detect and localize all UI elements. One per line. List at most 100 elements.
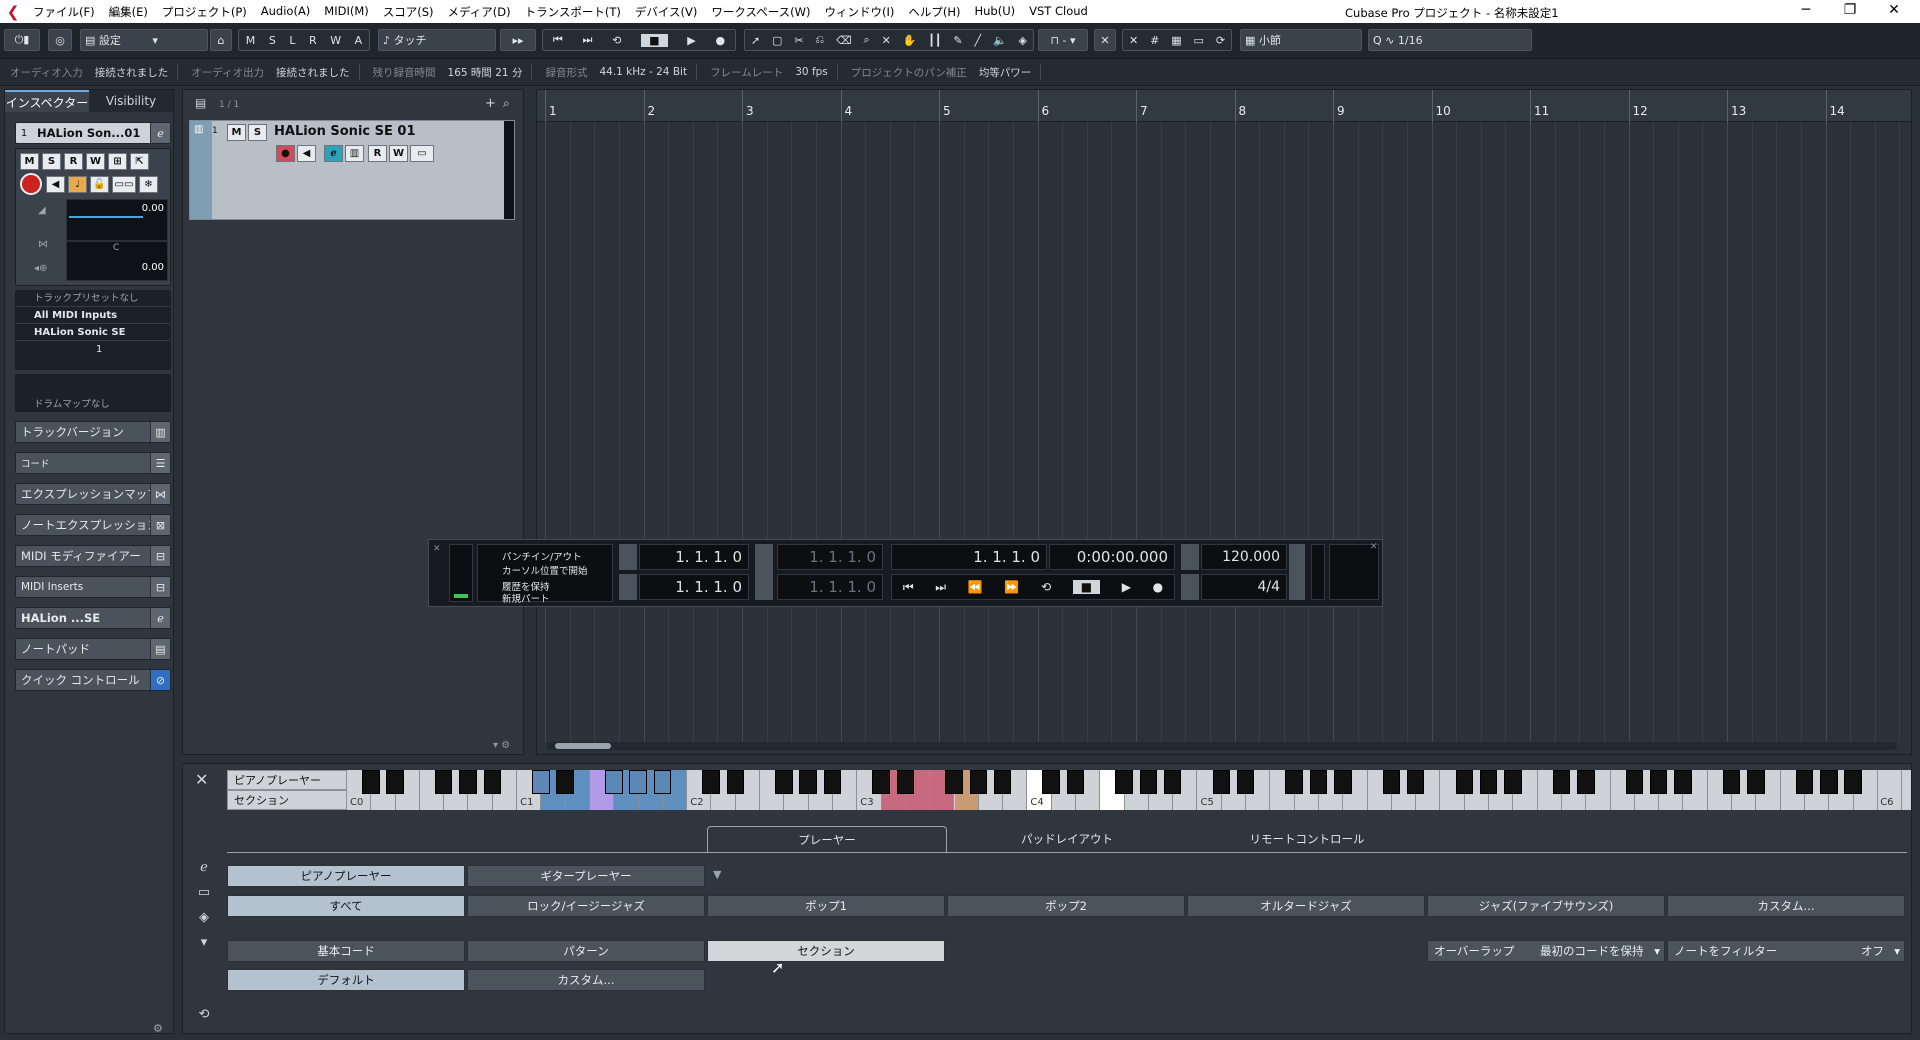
cycle-icon[interactable]: ⟲	[612, 34, 621, 47]
track-write-button[interactable]: W	[389, 145, 408, 162]
black-key[interactable]	[1382, 770, 1401, 794]
black-key[interactable]	[653, 770, 672, 794]
black-key[interactable]	[629, 770, 647, 794]
black-key[interactable]	[362, 770, 380, 794]
black-key[interactable]	[1139, 770, 1158, 794]
range-select-icon[interactable]: ▢	[772, 34, 782, 47]
black-key[interactable]	[1334, 770, 1352, 794]
menu-help[interactable]: ヘルプ(H)	[901, 4, 967, 20]
menu-workspaces[interactable]: ワークスペース(W)	[704, 4, 817, 20]
black-key[interactable]	[726, 770, 745, 794]
secondary-time-display[interactable]: 0:00:00.000	[1049, 544, 1175, 570]
lock-icon[interactable]: 🔓	[90, 176, 109, 193]
forward-icon[interactable]: ⏩	[1004, 580, 1019, 594]
lower-settings-icon[interactable]: ⚙	[153, 1022, 163, 1035]
right-locator-icon[interactable]	[619, 574, 637, 600]
time-base-icon[interactable]: ♩	[68, 176, 87, 193]
black-key[interactable]	[434, 770, 453, 794]
close-window-icon[interactable]: ✕	[1874, 2, 1914, 18]
style-jazz-five-button[interactable]: ジャズ(ファイブサウンズ)	[1427, 895, 1665, 917]
chord-dropdown-icon[interactable]: ▾	[195, 934, 213, 952]
black-key[interactable]	[1285, 770, 1303, 794]
rewind-icon[interactable]: ⏪	[968, 580, 983, 594]
player-piano-button[interactable]: ピアノプレーヤー	[227, 865, 465, 887]
chord-reset-icon[interactable]: ⟲	[195, 1006, 213, 1024]
snap-grid-relative-icon[interactable]: ▦	[1171, 34, 1181, 47]
section-midi-modifiers[interactable]: MIDI モディファイアー ⊟	[15, 545, 171, 567]
style-pop2-button[interactable]: ポップ2	[947, 895, 1185, 917]
black-key[interactable]	[532, 770, 550, 794]
player-selector[interactable]: ピアノプレーヤー	[227, 770, 347, 790]
mode-section-button[interactable]: セクション	[707, 940, 945, 962]
snap-zero-icon[interactable]: ✕	[1094, 29, 1116, 51]
track-mute-button[interactable]: M	[227, 124, 246, 141]
menu-audio[interactable]: Audio(A)	[254, 4, 318, 20]
punch-icons[interactable]	[755, 544, 773, 600]
sub-position-1[interactable]: 1. 1. 1. 0	[777, 544, 883, 570]
pan-control[interactable]: C 0.00	[66, 241, 168, 281]
transport-end-icon[interactable]: ⏭	[935, 580, 946, 595]
black-key[interactable]	[1066, 770, 1085, 794]
section-instrument[interactable]: HALion ...SE ℯ	[15, 607, 171, 629]
black-key[interactable]	[386, 770, 404, 794]
player-dropdown-icon[interactable]: ▼	[713, 868, 721, 881]
color-icon[interactable]: ◈	[1019, 34, 1027, 47]
tab-inspector[interactable]: インスペクター	[5, 90, 89, 112]
track-preset-field[interactable]: トラックプリセットなし	[16, 291, 170, 307]
quantize-dropdown[interactable]: Q ∿ 1/16	[1368, 29, 1532, 51]
black-key[interactable]	[1212, 770, 1231, 794]
black-key[interactable]	[945, 770, 963, 794]
snap-shuffle-icon[interactable]: ⟳	[1216, 34, 1225, 47]
drum-map-field[interactable]: ドラムマップなし	[34, 396, 110, 410]
metronome-icon[interactable]	[1181, 574, 1199, 600]
black-key[interactable]	[1820, 770, 1838, 794]
mute-button[interactable]: M	[20, 153, 39, 170]
transport-play-icon[interactable]: ▶	[1122, 580, 1131, 594]
menu-devices[interactable]: デバイス(V)	[628, 4, 705, 20]
midi-input-field[interactable]: All MIDI Inputs	[16, 307, 170, 324]
volume-fader[interactable]: 0.00	[66, 199, 168, 241]
style-all-button[interactable]: すべて	[227, 895, 465, 917]
status-frame-rate-value[interactable]: 30 fps	[789, 66, 834, 78]
black-key[interactable]	[1722, 770, 1741, 794]
tab-player[interactable]: プレーヤー	[707, 826, 947, 852]
menu-midi[interactable]: MIDI(M)	[317, 4, 375, 20]
mode-basic-chord-button[interactable]: 基本コード	[227, 940, 465, 962]
line-icon[interactable]: ╱	[974, 34, 981, 47]
menu-vst-cloud[interactable]: VST Cloud	[1022, 4, 1095, 20]
solo-button[interactable]: S	[42, 153, 61, 170]
go-to-end-icon[interactable]: ⏭	[583, 33, 593, 47]
state-a[interactable]: A	[355, 34, 363, 47]
snap-grid-icon[interactable]: #	[1150, 34, 1159, 47]
style-altered-jazz-button[interactable]: オルタードジャズ	[1187, 895, 1425, 917]
freeze-icon[interactable]: ❄	[139, 176, 158, 193]
horizontal-scrollbar[interactable]	[547, 742, 1897, 750]
black-key[interactable]	[483, 770, 502, 794]
midi-output-field[interactable]: HALion Sonic SE	[16, 324, 170, 341]
constrain-delay-icon[interactable]: ◎	[48, 29, 72, 51]
track-record-icon[interactable]: ●	[276, 145, 295, 162]
black-key[interactable]	[1625, 770, 1644, 794]
signature-display[interactable]: 4/4	[1201, 574, 1287, 600]
ruler[interactable]: 1 2 3 4 5 6 7 8 9 10 11 12 13 14	[537, 90, 1911, 122]
transport-close-icon[interactable]: ✕	[433, 544, 441, 554]
black-key[interactable]	[1844, 770, 1862, 794]
left-locator-display[interactable]: 1. 1. 1. 0	[639, 544, 749, 570]
automation-mode-dropdown[interactable]: ♪ タッチ	[378, 29, 496, 51]
cursor-start-option[interactable]: カーソル位置で開始	[502, 563, 588, 577]
black-key[interactable]	[993, 770, 1012, 794]
menu-media[interactable]: メディア(D)	[441, 4, 518, 20]
nudge-dropdown[interactable]: ⊓ - ▾	[1038, 29, 1088, 51]
track-monitor-icon[interactable]: ◀	[297, 145, 316, 162]
black-key[interactable]	[1042, 770, 1060, 794]
media-bay-icon[interactable]: ⌂	[210, 29, 232, 51]
filter-notes-dropdown[interactable]: ノートをフィルター オフ ▾	[1667, 940, 1905, 962]
hand-icon[interactable]: ✋	[903, 34, 917, 47]
black-key[interactable]	[1552, 770, 1571, 794]
menu-project[interactable]: プロジェクト(P)	[155, 4, 254, 20]
tempo-display[interactable]: 120.000	[1201, 544, 1287, 570]
track-name[interactable]: HALion Sonic SE 01	[274, 124, 416, 139]
black-key[interactable]	[702, 770, 720, 794]
state-l[interactable]: L	[289, 34, 295, 47]
state-m[interactable]: M	[246, 34, 256, 47]
